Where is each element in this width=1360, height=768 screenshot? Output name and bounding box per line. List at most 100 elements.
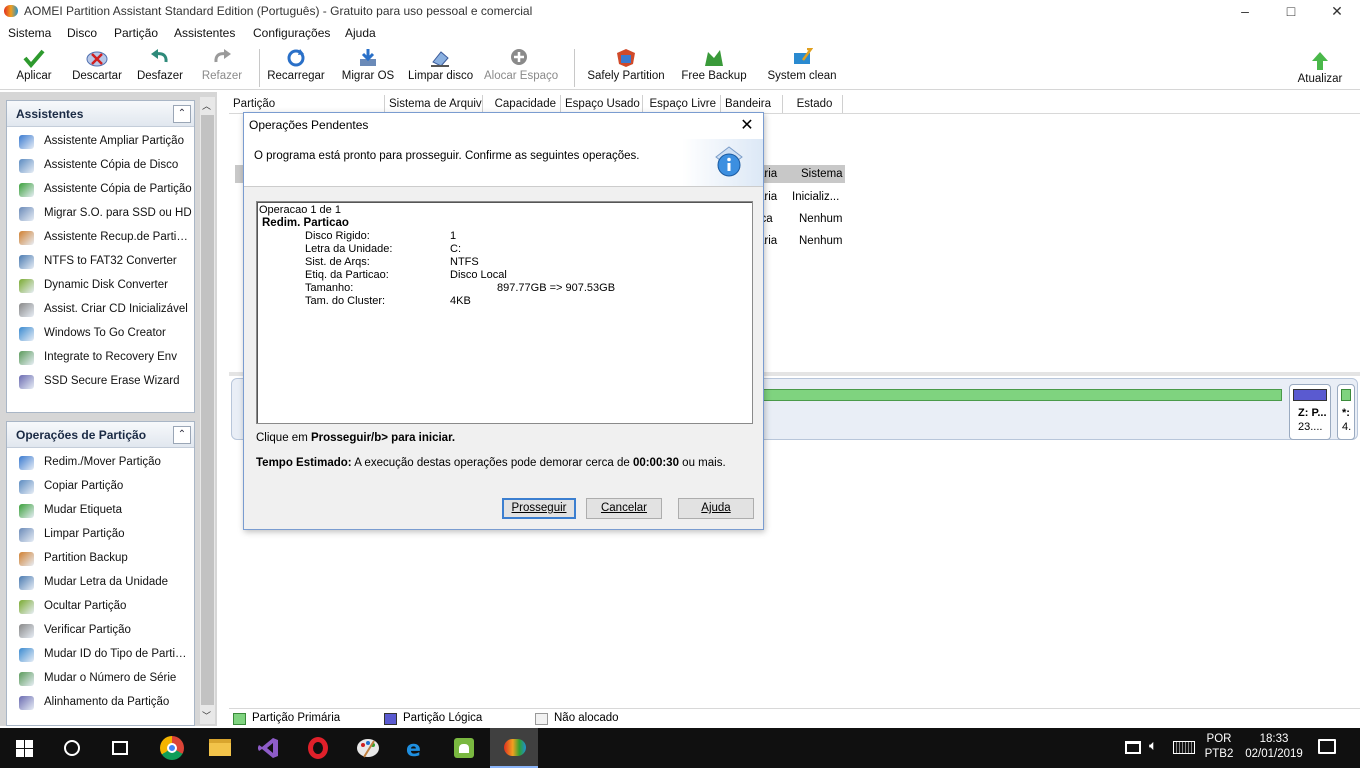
clock[interactable]: 18:33 02/01/2019 [1242,733,1306,760]
wizard-item[interactable]: Assistente Cópia de Partição [7,178,194,202]
partition-z-block[interactable]: Z: P... 23.... [1289,384,1331,440]
partition-ops-panel-title: Operações de Partição [16,428,147,442]
menu-disco[interactable]: Disco [67,26,97,40]
operations-list[interactable]: Operacao 1 de 1 Redim. Particao Disco Ri… [256,201,753,424]
update-button[interactable]: Atualizar [1296,49,1344,91]
menu-particao[interactable]: Partição [114,26,158,40]
partition-op-item[interactable]: Ocultar Partição [7,595,194,619]
search-button[interactable] [48,728,96,768]
col-espaco-livre[interactable]: Espaço Livre [643,95,721,113]
wizard-item[interactable]: Migrar S.O. para SSD ou HD [7,202,194,226]
task-view-icon [112,741,128,755]
scroll-down-icon[interactable]: ﹀ [202,709,211,722]
apply-button[interactable]: Aplicar [8,46,60,88]
wizard-item-label: Assistente Recup.de Partição [44,231,192,243]
scrollbar-thumb[interactable] [201,115,214,705]
taskbar-file-explorer[interactable] [196,728,244,768]
wizard-item[interactable]: Dynamic Disk Converter [7,274,194,298]
system-clean-label: System clean [767,70,837,82]
input-language[interactable]: POR PTB2 [1204,733,1234,760]
partition-op-item-icon [19,480,34,494]
partition-op-item[interactable]: Mudar ID do Tipo de Partição [7,643,194,667]
detail-value: NTFS [450,256,479,268]
partition-ops-panel: Operações de Partição ⌃ Redim./Mover Par… [6,421,195,726]
wizard-item-label: SSD Secure Erase Wizard [44,375,180,387]
help-button[interactable]: Ajuda [678,498,754,519]
wizard-item[interactable]: SSD Secure Erase Wizard [7,370,194,394]
partition-op-item[interactable]: Limpar Partição [7,523,194,547]
partition-op-item[interactable]: Partition Backup [7,547,194,571]
wizard-item[interactable]: Assist. Criar CD Inicializável [7,298,194,322]
wizard-item[interactable]: Windows To Go Creator [7,322,194,346]
wizard-item[interactable]: Assistente Ampliar Partição [7,130,194,154]
menu-sistema[interactable]: Sistema [8,26,51,40]
taskbar-edge[interactable]: e [392,728,440,768]
reload-button[interactable]: Recarregar [266,46,326,88]
partition-op-item-label: Mudar ID do Tipo de Partição [44,648,192,660]
collapse-wizards-button[interactable]: ⌃ [173,105,191,123]
windows-logo-icon [16,740,33,757]
discard-button[interactable]: Descartar [68,46,126,88]
menu-assistentes[interactable]: Assistentes [174,26,235,40]
partition-op-item[interactable]: Redim./Mover Partição [7,451,194,475]
system-clean-button[interactable]: System clean [766,46,838,88]
col-capacidade[interactable]: Capacidade [483,95,561,113]
partition-op-item[interactable]: Mudar o Número de Série [7,667,194,691]
wizard-item-icon [19,135,34,149]
wizard-item-label: Assistente Ampliar Partição [44,135,184,147]
action-center-icon[interactable] [1318,739,1336,754]
allocate-space-button[interactable]: Alocar Espaço [484,46,558,88]
task-view-button[interactable] [96,728,144,768]
dialog-message: O programa está pronto para prosseguir. … [254,150,640,162]
cancel-button[interactable]: Cancelar [586,498,662,519]
redo-button[interactable]: Refazer [196,46,248,88]
partition-op-item[interactable]: Alinhamento da Partição [7,691,194,715]
dialog-close-button[interactable]: ✕ [736,115,758,137]
wizard-item-icon [19,183,34,197]
wizard-item-icon [19,303,34,317]
wizard-item[interactable]: Assistente Cópia de Disco [7,154,194,178]
minimize-button[interactable]: – [1222,0,1268,23]
wizard-item[interactable]: Assistente Recup.de Partição [7,226,194,250]
scroll-up-icon[interactable]: ︿ [202,99,211,112]
free-backup-button[interactable]: Free Backup [680,46,748,88]
left-pane-scrollbar[interactable]: ︿ ﹀ [200,97,215,724]
col-estado[interactable]: Estado [783,95,843,113]
volume-icon[interactable]: 🔈︎ [1149,738,1157,754]
partition-op-item[interactable]: Mudar Etiqueta [7,499,194,523]
redo-label: Refazer [201,70,243,82]
collapse-partition-ops-button[interactable]: ⌃ [173,426,191,444]
taskbar-opera[interactable] [294,728,342,768]
close-window-button[interactable]: ✕ [1314,0,1360,23]
partition-op-item[interactable]: Mudar Letra da Unidade [7,571,194,595]
primary-legend-swatch [233,713,246,725]
col-sistema-arquivos[interactable]: Sistema de Arquivos [385,95,483,113]
col-bandeira[interactable]: Bandeira [721,95,783,113]
wizard-item[interactable]: NTFS to FAT32 Converter [7,250,194,274]
proceed-button[interactable]: Prosseguir [502,498,576,519]
keyboard-icon[interactable] [1173,741,1195,754]
safely-partition-button[interactable]: Safely Partition [586,46,666,88]
wizard-item[interactable]: Integrate to Recovery Env [7,346,194,370]
start-button[interactable] [0,728,48,768]
col-espaco-usado[interactable]: Espaço Usado [561,95,643,113]
primary-partition-bar[interactable] [760,389,1282,401]
taskbar-paint[interactable] [344,728,392,768]
partition-op-item[interactable]: Copiar Partição [7,475,194,499]
taskbar-android-app[interactable] [440,728,488,768]
taskbar-aomei-active[interactable] [490,728,538,768]
wipe-disk-button[interactable]: Limpar disco [408,46,473,88]
partition-star-block[interactable]: *: 4. [1337,384,1355,440]
taskbar-visual-studio[interactable] [244,728,292,768]
maximize-button[interactable]: □ [1268,0,1314,23]
menu-ajuda[interactable]: Ajuda [345,26,376,40]
col-particao[interactable]: Partição [229,95,385,113]
menu-configuracoes[interactable]: Configurações [253,26,330,40]
partition-op-item[interactable]: Verificar Partição [7,619,194,643]
migrate-os-button[interactable]: Migrar OS [340,46,396,88]
taskbar-chrome[interactable] [148,728,196,768]
keyboard-layout: PTB2 [1204,748,1234,760]
undo-button[interactable]: Desfazer [134,46,186,88]
network-icon[interactable] [1125,741,1141,754]
partition-op-item-icon [19,600,34,614]
